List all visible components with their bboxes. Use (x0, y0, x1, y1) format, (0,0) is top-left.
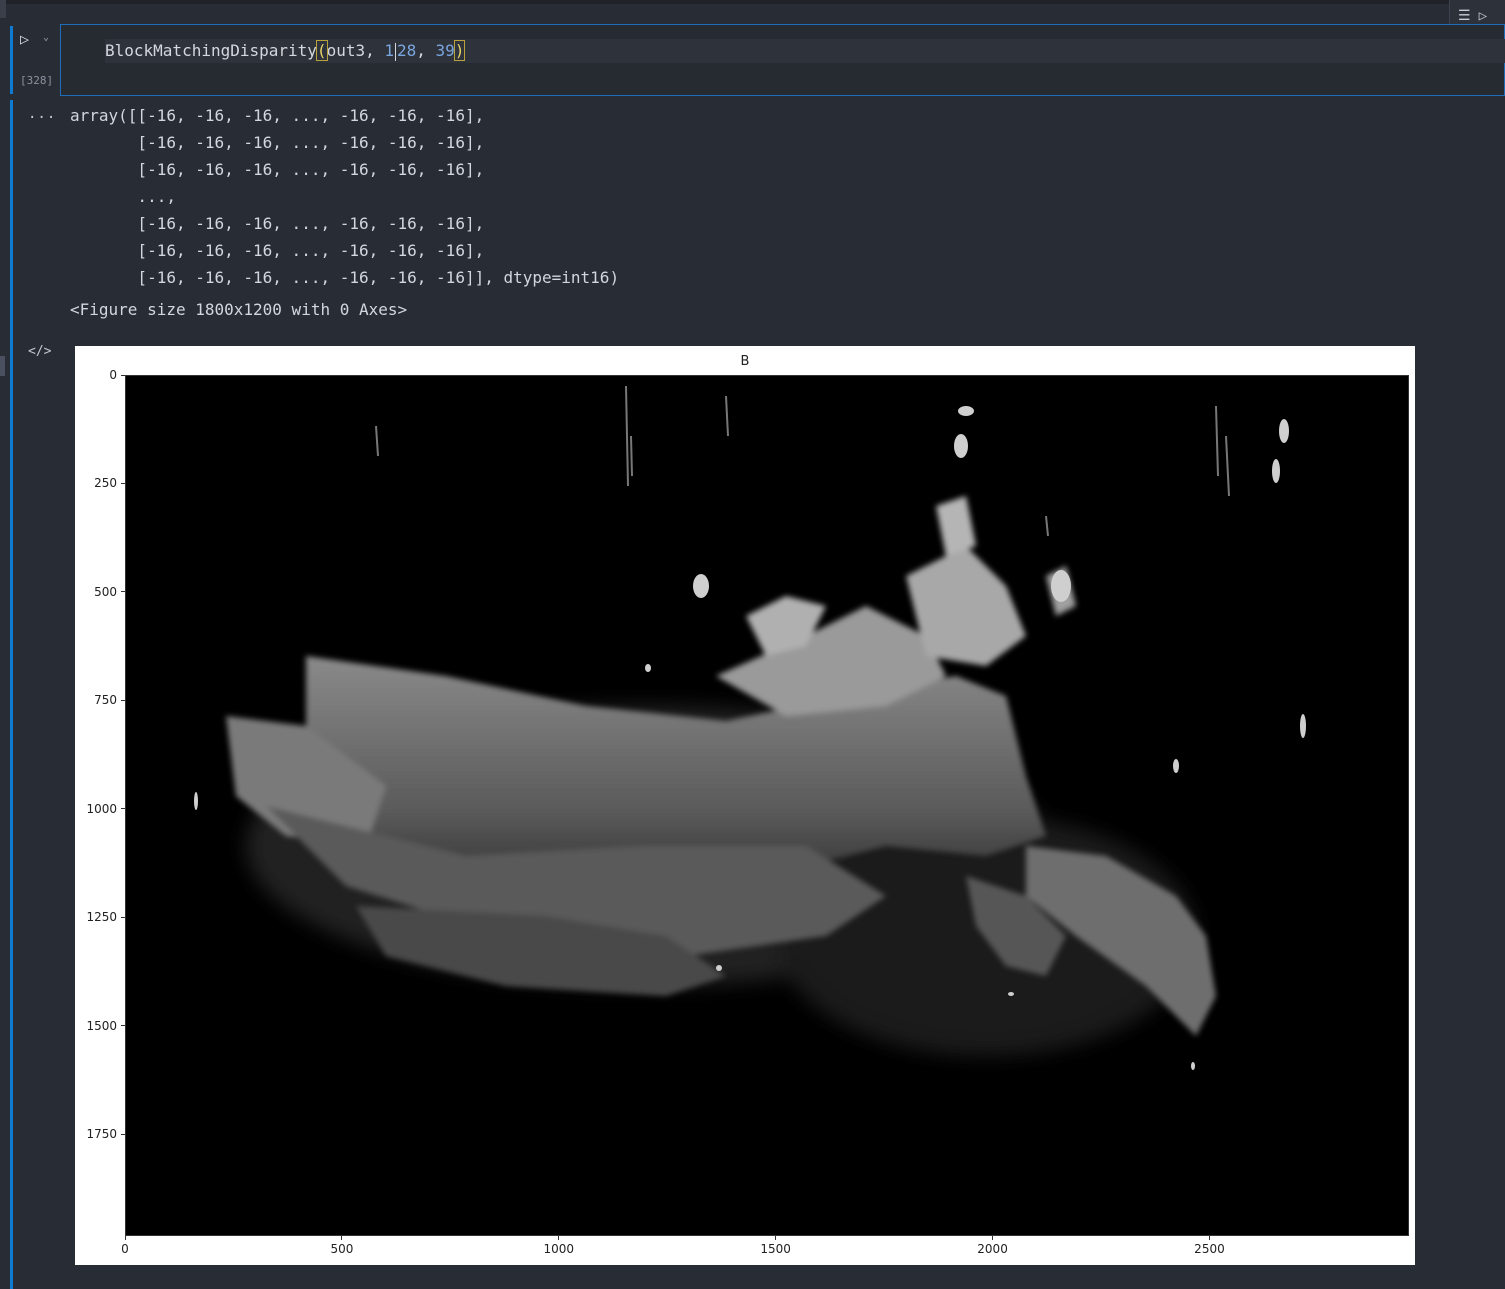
x-tick-mark (558, 1236, 560, 1240)
chevron-down-icon[interactable]: ⌄ (43, 32, 49, 43)
y-tick-mark (121, 1133, 125, 1135)
arg-separator: , (416, 41, 436, 60)
x-tick-mark (124, 1236, 126, 1240)
output-focus-bar (10, 100, 13, 1289)
array-output: array([[-16, -16, -16, ..., -16, -16, -1… (70, 106, 620, 287)
y-tick-mark (121, 591, 125, 593)
y-tick-mark (121, 808, 125, 810)
x-tick-label: 2500 (1194, 1242, 1225, 1256)
window-corner (0, 0, 6, 18)
run-by-line-icon[interactable]: ☰ (1458, 9, 1471, 23)
x-tick-label: 2000 (977, 1242, 1008, 1256)
figure-output: B 0 500 1000 1500 2000 2500 0 250 500 75… (75, 346, 1415, 1265)
y-tick-label: 500 (94, 584, 117, 599)
output-menu-icon[interactable]: ... (28, 106, 56, 122)
y-tick-label: 0 (109, 368, 117, 382)
close-paren: ) (453, 40, 466, 61)
side-marker (0, 356, 5, 376)
code-icon[interactable]: </> (28, 344, 51, 359)
y-tick-label: 1500 (86, 1018, 117, 1033)
chart-title: B (740, 354, 750, 369)
y-tick-mark (121, 374, 125, 376)
x-tick-label: 500 (330, 1242, 354, 1256)
y-tick-mark (121, 482, 125, 484)
y-tick-mark (121, 1025, 125, 1027)
y-tick-label: 1750 (86, 1127, 117, 1142)
x-tick-label: 1000 (543, 1242, 575, 1256)
x-tick-label: 1500 (760, 1242, 791, 1256)
x-tick-mark (992, 1236, 994, 1240)
figure-repr-output: <Figure size 1800x1200 with 0 Axes> (70, 300, 408, 319)
y-tick-label: 250 (94, 476, 117, 491)
x-tick-mark (341, 1236, 343, 1240)
disparity-image (125, 375, 1409, 1236)
x-tick-mark (775, 1236, 777, 1240)
window-top-strip (0, 0, 1505, 4)
text-cursor (395, 42, 396, 61)
x-tick-mark (1208, 1236, 1210, 1240)
arg-out3: out3, (326, 41, 385, 60)
execution-count: [328] (20, 74, 54, 87)
y-tick-label: 1250 (86, 910, 117, 925)
run-all-icon[interactable]: ▷ (1479, 9, 1487, 23)
y-tick-label: 1000 (86, 801, 117, 816)
open-paren: ( (315, 40, 328, 61)
arg-128-part1: 1 (384, 41, 394, 60)
y-tick-mark (121, 699, 125, 701)
y-tick-label: 750 (94, 693, 117, 708)
disparity-map-svg (126, 376, 1408, 1235)
code-line[interactable]: BlockMatchingDisparity(out3, 1 28, 39) (105, 39, 1505, 63)
arg-128-part2: 28 (397, 41, 417, 60)
arg-39: 39 (435, 41, 455, 60)
run-cell-icon[interactable]: ▷ (20, 30, 40, 48)
y-tick-mark (121, 916, 125, 918)
x-tick-label: 0 (121, 1242, 129, 1256)
function-name: BlockMatchingDisparity (105, 41, 317, 60)
code-cell-editor[interactable]: BlockMatchingDisparity(out3, 1 28, 39) (60, 24, 1505, 96)
cell-focus-bar (10, 26, 13, 94)
